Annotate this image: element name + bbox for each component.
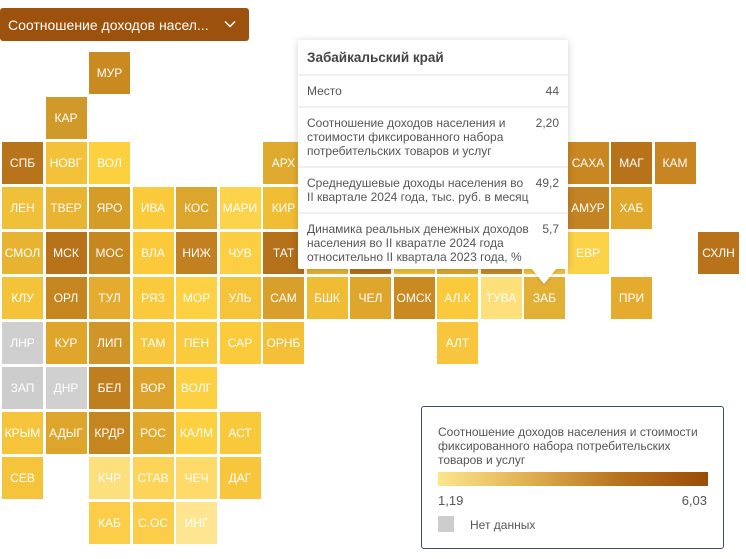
region-tile[interactable]: МОС (89, 232, 130, 274)
region-tile[interactable]: ПРИ (611, 277, 652, 319)
region-tile[interactable]: УЛЬ (219, 277, 261, 319)
region-tile[interactable]: ЛЕН (2, 187, 43, 229)
region-tile[interactable]: АЛ.К (437, 277, 478, 319)
region-tile[interactable]: БШК (306, 277, 348, 319)
region-tile[interactable]: ЗАП (2, 367, 43, 409)
region-tile[interactable]: РЯЗ (132, 277, 174, 319)
region-tile[interactable]: РОС (132, 412, 174, 454)
region-tile[interactable]: МАРИ (219, 187, 261, 229)
region-tile[interactable]: НОВГ (45, 142, 87, 184)
region-tile[interactable]: АДЫГ (45, 412, 87, 454)
region-tooltip: Забайкальский край Место 44 Соотношение д… (298, 40, 568, 269)
color-legend: Соотношение доходов населения и стоимост… (421, 406, 724, 549)
region-tile[interactable]: ПЕН (176, 322, 217, 364)
no-data-label: Нет данных (470, 518, 536, 532)
region-tile[interactable]: ДАГ (219, 457, 261, 499)
region-tile[interactable]: ТУЛ (89, 277, 130, 319)
region-tile[interactable]: ТВЕР (45, 187, 87, 229)
tooltip-row-income: Среднедушевые доходы населения во II ква… (298, 168, 568, 214)
region-tile[interactable]: КРДР (89, 412, 130, 454)
region-tile[interactable]: СХЛН (698, 232, 739, 274)
region-tile[interactable]: ВЛА (132, 232, 174, 274)
region-tile[interactable]: ЧЕЛ (350, 277, 391, 319)
region-tile[interactable]: АМУР (567, 187, 609, 229)
region-tile[interactable]: АСТ (219, 412, 261, 454)
region-tile[interactable]: МСК (45, 232, 87, 274)
region-tile[interactable]: САР (219, 322, 261, 364)
region-tile[interactable]: СПБ (2, 142, 43, 184)
region-tile[interactable]: ВОЛГ (176, 367, 217, 409)
region-tile[interactable]: ЧЕЧ (176, 457, 217, 499)
region-tile[interactable]: СЕВ (2, 457, 43, 499)
region-tile[interactable]: БЕЛ (89, 367, 130, 409)
region-tile[interactable]: ОМСК (393, 277, 435, 319)
region-tile[interactable]: КАМ (654, 142, 696, 184)
region-tile[interactable]: КУР (45, 322, 87, 364)
region-tile[interactable]: ОРНБ (263, 322, 304, 364)
region-tile[interactable]: КАЛМ (176, 412, 217, 454)
region-tile[interactable]: СТАВ (132, 457, 174, 499)
region-tile[interactable]: ЛНР (2, 322, 43, 364)
chevron-down-icon (224, 20, 236, 28)
region-tile[interactable]: ИНГ (176, 502, 217, 544)
tooltip-row-ratio: Соотношение доходов населения и стоимост… (298, 108, 568, 168)
legend-gradient-bar (438, 472, 708, 486)
region-tile[interactable]: ДНР (45, 367, 87, 409)
region-tile[interactable]: ТАМ (132, 322, 174, 364)
region-tile[interactable]: ЛИП (89, 322, 130, 364)
region-tile[interactable]: САХА (567, 142, 609, 184)
region-tile[interactable]: ТУВА (480, 277, 522, 319)
region-tile[interactable]: КЛУ (2, 277, 43, 319)
region-tile[interactable]: КЧР (89, 457, 130, 499)
tooltip-row-rank: Место 44 (298, 76, 568, 108)
region-tile[interactable]: МУР (89, 52, 130, 94)
region-tile[interactable]: СМОЛ (2, 232, 43, 274)
legend-min: 1,19 (438, 493, 464, 508)
region-tile[interactable]: НИЖ (176, 232, 217, 274)
dropdown-label: Соотношение доходов насел... (8, 16, 209, 33)
indicator-dropdown[interactable]: Соотношение доходов насел... (0, 8, 249, 41)
region-tile[interactable]: ОРЛ (45, 277, 87, 319)
legend-max: 6,03 (681, 493, 707, 508)
region-tile[interactable]: САМ (263, 277, 304, 319)
region-tile[interactable]: КАР (45, 97, 87, 139)
region-tile[interactable]: МАГ (611, 142, 652, 184)
no-data-swatch (438, 516, 454, 532)
region-tile[interactable]: КРЫМ (2, 412, 43, 454)
region-tile[interactable]: ЧУВ (219, 232, 261, 274)
region-tile[interactable]: ВОР (132, 367, 174, 409)
tooltip-row-dynamics: Динамика реальных денежных доходов насел… (307, 222, 559, 264)
tooltip-title: Забайкальский край (298, 40, 568, 76)
region-tile[interactable]: С.ОС (132, 502, 174, 544)
legend-title: Соотношение доходов населения и стоимост… (438, 425, 698, 467)
region-tile[interactable]: КАБ (89, 502, 130, 544)
region-tile[interactable]: ИВА (132, 187, 174, 229)
region-tile[interactable]: ЕВР (567, 232, 609, 274)
tooltip-pointer (531, 268, 557, 284)
region-tile[interactable]: ВОЛ (89, 142, 130, 184)
region-tile[interactable]: КОС (176, 187, 217, 229)
region-tile[interactable]: ХАБ (611, 187, 652, 229)
region-tile[interactable]: АЛТ (437, 322, 478, 364)
region-tile[interactable]: МОР (176, 277, 217, 319)
region-tile[interactable]: ЯРО (89, 187, 130, 229)
